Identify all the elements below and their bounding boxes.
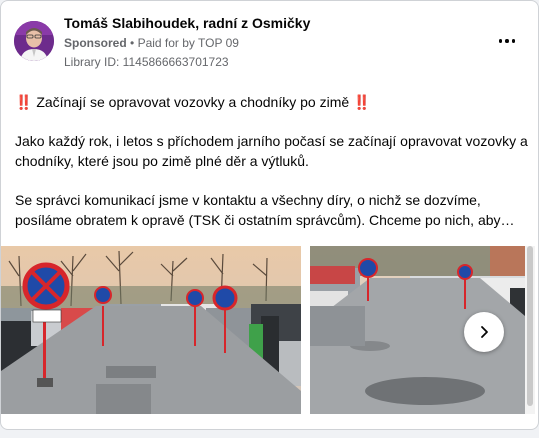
- paid-for-label[interactable]: Paid for by TOP 09: [138, 36, 239, 50]
- post-paragraph-1: ‼️ Začínají se opravovat vozovky a chodn…: [15, 94, 371, 110]
- ad-card: Tomáš Slabihoudek, radní z Osmičky Spons…: [0, 0, 539, 430]
- image-carousel: [1, 246, 538, 414]
- author-name[interactable]: Tomáš Slabihoudek, radní z Osmičky: [64, 15, 310, 31]
- carousel-scrollbar[interactable]: [525, 246, 535, 414]
- post-paragraph-2: Jako každý rok, i letos s příchodem jarn…: [15, 133, 528, 169]
- sponsored-label: Sponsored: [64, 36, 127, 50]
- post-paragraph-3: Se správci komunikací jsme v kontaktu a …: [15, 192, 515, 228]
- chevron-right-icon[interactable]: [464, 312, 504, 352]
- meta-separator: •: [130, 36, 135, 50]
- author-avatar[interactable]: [14, 21, 54, 61]
- more-options-icon[interactable]: [495, 31, 519, 51]
- post-text: ‼️ Začínají se opravovat vozovky a chodn…: [15, 92, 529, 230]
- carousel-image-1[interactable]: [1, 246, 301, 414]
- sponsor-line: Sponsored • Paid for by TOP 09: [64, 36, 239, 50]
- scrollbar-thumb[interactable]: [527, 246, 533, 406]
- library-id: Library ID: 1145866663701723: [64, 55, 229, 69]
